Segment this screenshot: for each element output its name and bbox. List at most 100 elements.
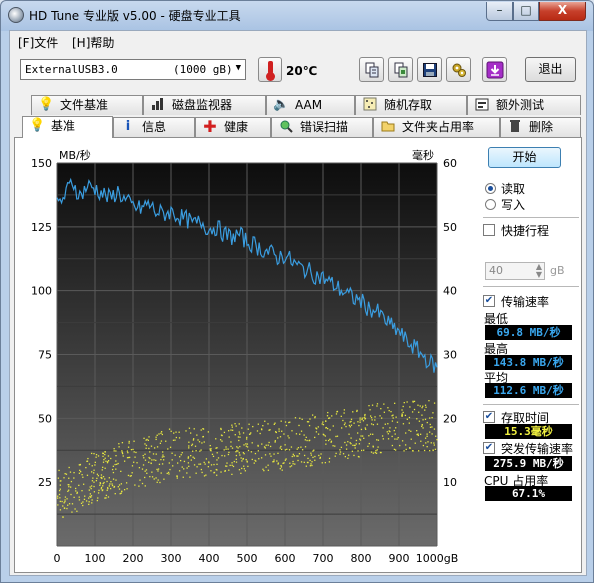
access-time-point: [261, 443, 263, 445]
burst-rate-checkbox[interactable]: ✔: [483, 442, 495, 454]
access-time-point: [371, 419, 373, 421]
access-time-point: [179, 459, 182, 462]
access-time-point: [71, 511, 73, 513]
options-button[interactable]: [446, 57, 471, 82]
copy-text-icon: [365, 62, 378, 78]
tab-benchmark[interactable]: 💡 基准: [22, 116, 113, 138]
access-time-point: [357, 450, 359, 452]
save-button[interactable]: [417, 57, 442, 82]
temperature-button[interactable]: [258, 57, 282, 82]
close-button[interactable]: X: [539, 2, 586, 21]
access-time-point: [131, 472, 133, 474]
access-time-point: [308, 424, 311, 427]
thermometer-bulb: [266, 72, 275, 81]
access-time-point: [280, 420, 282, 422]
tab-aam[interactable]: 🔈 AAM: [266, 95, 355, 115]
access-time-point: [235, 458, 237, 460]
access-time-point: [245, 443, 247, 445]
access-time-point: [102, 489, 104, 491]
tab-label: 健康: [224, 120, 249, 134]
tab-random-access[interactable]: 随机存取: [355, 95, 467, 115]
access-time-point: [253, 462, 255, 464]
menu-help[interactable]: [H]帮助: [72, 34, 114, 51]
minimize-button[interactable]: –: [486, 2, 513, 21]
access-time-point: [276, 460, 278, 462]
access-time-point: [142, 464, 145, 466]
start-button[interactable]: 开始: [488, 147, 561, 168]
access-time-point: [355, 443, 357, 445]
access-time-checkbox[interactable]: ✔: [483, 411, 495, 423]
access-time-point: [406, 418, 409, 420]
access-time-point: [109, 487, 112, 490]
tab-file-benchmark[interactable]: 💡 文件基准: [31, 95, 143, 115]
access-time-point: [291, 455, 293, 458]
copy-text-button[interactable]: [359, 57, 384, 82]
hd-tune-app-icon: [8, 7, 24, 23]
transfer-rate-checkbox[interactable]: ✔: [483, 295, 495, 307]
access-time-point: [343, 409, 346, 411]
disk-monitor-icon: [150, 97, 166, 113]
access-time-point: [176, 462, 179, 464]
short-stroke-value: 40: [489, 264, 503, 277]
access-time-point: [404, 444, 407, 446]
access-time-point: [95, 453, 98, 456]
access-time-point: [394, 402, 396, 404]
tab-extra-tests[interactable]: 额外测试: [467, 95, 581, 115]
title-bar[interactable]: HD Tune 专业版 v5.00 - 硬盘专业工具 – □ X: [1, 1, 593, 29]
access-time-point: [278, 428, 280, 430]
menu-file[interactable]: [F]文件: [18, 34, 58, 51]
access-time-point: [144, 443, 146, 445]
access-time-point: [391, 444, 394, 447]
access-time-point: [433, 428, 436, 430]
access-time-point: [217, 457, 220, 459]
access-time-point: [297, 459, 299, 462]
access-time-point: [243, 453, 245, 455]
access-time-point: [352, 411, 354, 413]
tab-folder-usage[interactable]: 文件夹占用率: [373, 117, 500, 137]
access-time-point: [153, 459, 155, 461]
drive-select[interactable]: ExternalUSB3.0 (1000 gB) ▼: [20, 59, 246, 80]
tab-health[interactable]: ✚ 健康: [195, 117, 271, 137]
access-time-point: [90, 452, 93, 455]
access-time-point: [281, 430, 283, 432]
short-stroke-checkbox[interactable]: [483, 224, 495, 236]
maximize-button[interactable]: □: [513, 2, 539, 21]
write-radio[interactable]: [485, 199, 496, 210]
short-stroke-spinner[interactable]: 40 ▲ ▼: [485, 262, 545, 280]
access-time-point: [171, 452, 173, 454]
access-time-point: [198, 441, 201, 443]
access-time-point: [344, 455, 347, 458]
access-time-point: [156, 434, 158, 436]
tab-error-scan[interactable]: 错误扫描: [271, 117, 373, 137]
access-time-point: [64, 496, 67, 498]
access-time-point: [409, 406, 411, 408]
exit-button[interactable]: 退出: [525, 57, 576, 82]
folder-usage-icon: [380, 119, 396, 135]
access-time-point: [300, 446, 302, 448]
access-time-point: [290, 446, 293, 448]
access-time-point: [245, 445, 248, 447]
access-time-point: [369, 433, 372, 435]
access-time-point: [230, 429, 232, 431]
access-time-point: [156, 446, 159, 448]
tab-info[interactable]: i 信息: [113, 117, 195, 137]
avg-value: 112.6 MB/秒: [485, 383, 572, 398]
access-time-point: [148, 456, 150, 459]
access-time-point: [421, 407, 423, 409]
read-radio[interactable]: [485, 183, 496, 194]
access-time-point: [143, 457, 145, 459]
access-time-point: [236, 446, 238, 448]
access-time-point: [408, 422, 410, 424]
menu-bar: [F]文件 [H]帮助: [10, 31, 586, 53]
y-left-tick-label: 100: [31, 285, 52, 298]
access-time-point: [91, 499, 93, 501]
copy-screenshot-button[interactable]: [388, 57, 413, 82]
tab-disk-monitor[interactable]: 磁盘监视器: [143, 95, 266, 115]
download-button[interactable]: [482, 57, 507, 82]
tab-erase[interactable]: 删除: [500, 117, 581, 137]
access-time-point: [288, 449, 291, 451]
access-time-point: [393, 429, 395, 432]
access-time-point: [70, 493, 72, 496]
access-time-point: [205, 474, 207, 476]
access-time-point: [81, 474, 83, 476]
